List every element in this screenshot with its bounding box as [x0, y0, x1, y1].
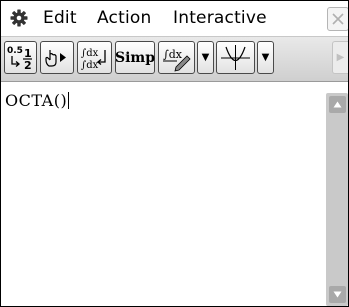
scroll-down-button[interactable] [329, 286, 346, 303]
menu-bar: Edit Action Interactive [1, 1, 348, 37]
gear-icon[interactable] [10, 9, 28, 27]
app-window: Edit Action Interactive 0.5 1 2 ∫dx ∫dx … [0, 0, 349, 307]
integral-pencil-icon: ∫dx [163, 48, 191, 72]
text-cursor [68, 92, 70, 109]
graph-dropdown[interactable]: ▼ [257, 41, 274, 74]
svg-text:∫dx: ∫dx [163, 48, 183, 61]
simp-button[interactable]: Simp [115, 41, 155, 74]
menu-action[interactable]: Action [97, 6, 151, 30]
close-icon [332, 13, 344, 25]
fraction-decimal-icon: 0.5 1 2 [7, 46, 32, 72]
drag-hand-button[interactable] [40, 41, 74, 74]
integral-edit-button[interactable]: ∫dx [158, 41, 195, 74]
integral-dropdown[interactable]: ▼ [197, 41, 214, 74]
menu-interactive[interactable]: Interactive [173, 6, 267, 30]
simp-label: Simp [114, 49, 156, 66]
integral-toggle-icon: ∫dx ∫dx [81, 48, 106, 71]
input-line[interactable]: OCTA() [5, 91, 70, 110]
toolbar-next-button[interactable]: ▶ [332, 41, 348, 74]
graph-button[interactable] [216, 41, 255, 74]
svg-text:0.5: 0.5 [7, 46, 23, 56]
graph-icon [221, 45, 250, 70]
svg-text:2: 2 [24, 59, 32, 72]
vertical-scrollbar[interactable] [326, 93, 348, 306]
triangle-right-icon: ▶ [336, 52, 345, 63]
triangle-down-icon: ▼ [261, 52, 270, 63]
main-input-area[interactable]: OCTA() [1, 82, 348, 306]
input-text: OCTA() [5, 91, 68, 110]
menu-edit[interactable]: Edit [43, 6, 77, 30]
hand-arrow-icon [45, 50, 66, 67]
triangle-down-icon: ▼ [201, 52, 210, 63]
triangle-up-icon [333, 101, 342, 108]
close-button[interactable] [327, 7, 348, 31]
svg-text:∫dx: ∫dx [81, 48, 99, 59]
scrollbar-track[interactable] [326, 93, 348, 306]
toolbar: 0.5 1 2 ∫dx ∫dx Simp ∫dx ▼ ▼ ▶ [1, 37, 348, 82]
svg-text:∫dx: ∫dx [81, 60, 99, 71]
integral-toggle-button[interactable]: ∫dx ∫dx [77, 41, 112, 74]
fraction-decimal-button[interactable]: 0.5 1 2 [4, 41, 37, 74]
triangle-down-icon [333, 291, 342, 298]
scroll-up-button[interactable] [329, 96, 346, 113]
